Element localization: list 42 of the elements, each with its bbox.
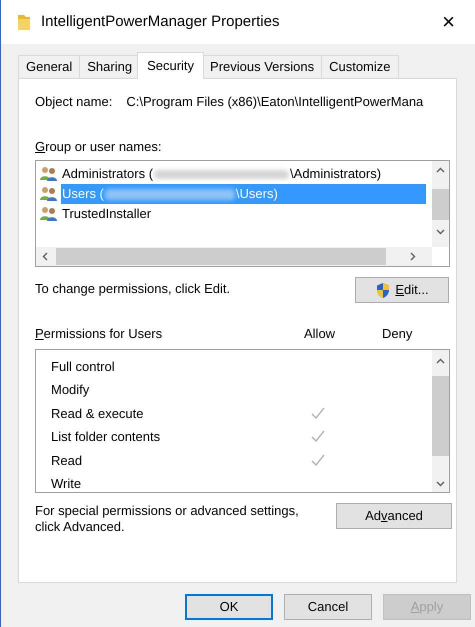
tab[interactable]: Customize [321, 55, 399, 78]
allow-header: Allow [304, 325, 336, 343]
permission-name: Modify [51, 381, 90, 399]
advanced-button[interactable]: Advanced [336, 502, 452, 528]
folder-icon [17, 13, 31, 31]
scroll-right-icon[interactable] [410, 252, 416, 261]
permission-name: List folder contents [51, 428, 162, 446]
permission-name: Read & execute [51, 404, 145, 422]
horizontal-scrollbar[interactable] [36, 247, 432, 266]
scroll-down-icon[interactable] [436, 229, 445, 235]
scroll-down-icon[interactable] [436, 480, 445, 486]
group-list-item[interactable]: TrustedInstaller [61, 204, 152, 224]
close-button[interactable]: × [438, 11, 459, 33]
deny-header: Deny [382, 325, 412, 343]
scroll-up-icon[interactable] [436, 167, 445, 173]
users-icon [39, 186, 59, 202]
vertical-scrollbar[interactable] [432, 161, 449, 247]
permissions-label: Permissions for Users [35, 325, 164, 343]
permission-name: Write [51, 475, 82, 493]
permission-name: Full control [51, 358, 116, 376]
object-name-value: C:\Program Files (x86)\Eaton\IntelligentPowerMana [126, 93, 424, 111]
tab[interactable]: Security [137, 52, 204, 79]
shield-icon [375, 282, 392, 298]
vertical-scrollbar[interactable] [432, 350, 449, 492]
dialog-button[interactable]: Cancel [284, 594, 372, 620]
users-icon [39, 206, 59, 222]
users-icon [39, 166, 59, 182]
scroll-thumb[interactable] [56, 248, 386, 265]
permission-name: Read [51, 452, 84, 470]
scroll-up-icon[interactable] [436, 358, 445, 364]
object-name-label: Object name: [35, 93, 112, 111]
group-list-item[interactable]: Administrators ( \Administrators) [61, 164, 382, 184]
window-title: IntelligentPowerManager Properties [41, 12, 280, 32]
dialog-button[interactable]: OK [185, 594, 273, 620]
edit-button[interactable]: Edit... [355, 277, 449, 303]
tab[interactable]: General [18, 55, 80, 78]
scroll-thumb[interactable] [432, 189, 449, 220]
scroll-left-icon[interactable] [42, 252, 48, 261]
scroll-thumb[interactable] [432, 376, 449, 456]
advanced-hint: For special permissions or advanced settings, click Advanced. [35, 502, 300, 534]
change-permissions-hint: To change permissions, click Edit. [35, 280, 230, 298]
group-list-label: Group or user names: [35, 138, 162, 156]
